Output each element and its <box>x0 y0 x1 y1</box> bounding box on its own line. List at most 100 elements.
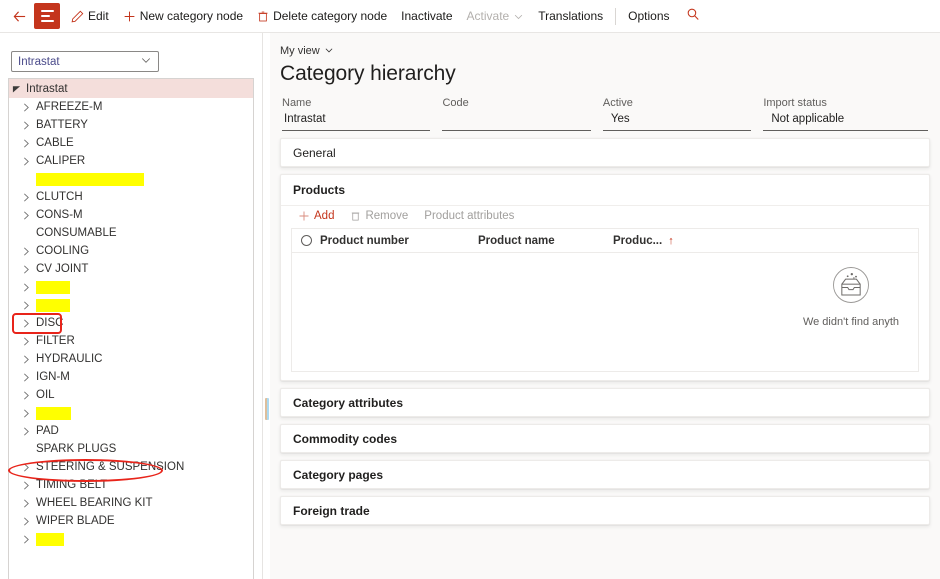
tree-item-ign-m[interactable]: IGN-M <box>9 368 253 386</box>
chevron-right-icon[interactable] <box>19 463 34 472</box>
field-import-status[interactable]: Import status Not applicable <box>763 97 929 131</box>
tree-item-filter[interactable]: FILTER <box>9 332 253 350</box>
tree-item-pad[interactable]: PAD <box>9 422 253 440</box>
tree-item-timing-belt[interactable]: TIMING BELT <box>9 476 253 494</box>
empty-state: We didn't find anyth <box>756 265 940 328</box>
chevron-right-icon[interactable] <box>19 427 34 436</box>
add-label: Add <box>314 210 335 222</box>
tree-item-consumable[interactable]: CONSUMABLE <box>9 224 253 242</box>
tree-item-label: PAD <box>36 425 59 437</box>
chevron-right-icon[interactable] <box>19 319 34 328</box>
chevron-expanded-icon[interactable] <box>9 84 24 93</box>
tree-item-label: CONS-M <box>36 209 83 221</box>
tree-item-wiper-blade[interactable]: WIPER BLADE <box>9 512 253 530</box>
translations-button[interactable]: Translations <box>531 4 610 28</box>
column-header-product-name[interactable]: Product name <box>478 235 613 247</box>
tree-item-label: WIPER BLADE <box>36 515 115 527</box>
tree-item-label: FILTER <box>36 335 75 347</box>
edit-button[interactable]: Edit <box>64 4 116 28</box>
pane-splitter[interactable] <box>262 33 270 579</box>
category-tree[interactable]: Intrastat AFREEZE-M BATTERY CABLE CALIPER CLU… <box>8 78 254 579</box>
view-switcher[interactable]: My view <box>280 45 334 58</box>
tree-item-clutch[interactable]: CLUTCH <box>9 188 253 206</box>
redaction-block <box>36 298 70 312</box>
chevron-right-icon[interactable] <box>19 355 34 364</box>
plus-icon <box>298 210 310 222</box>
field-active-value[interactable]: Yes <box>602 113 752 131</box>
chevron-right-icon[interactable] <box>19 103 34 112</box>
chevron-right-icon[interactable] <box>19 391 34 400</box>
tree-item-redacted[interactable] <box>9 530 253 548</box>
tree-item-label: HYDRAULIC <box>36 353 103 365</box>
tree-item-disc[interactable]: DISC <box>9 314 253 332</box>
tree-item-label: CV JOINT <box>36 263 89 275</box>
add-button[interactable]: Add <box>291 208 341 224</box>
tree-item-redacted[interactable] <box>9 296 253 314</box>
chevron-right-icon[interactable] <box>19 409 34 418</box>
tree-item-cable[interactable]: CABLE <box>9 134 253 152</box>
chevron-right-icon[interactable] <box>19 373 34 382</box>
chevron-right-icon[interactable] <box>19 193 34 202</box>
chevron-right-icon[interactable] <box>19 139 34 148</box>
application-window: Edit New category node Delete category n… <box>0 0 940 579</box>
tree-item-redacted[interactable] <box>9 404 253 422</box>
chevron-right-icon[interactable] <box>19 337 34 346</box>
chevron-right-icon[interactable] <box>19 283 34 292</box>
section-general[interactable]: General <box>280 138 930 167</box>
tree-item-label: OIL <box>36 389 55 401</box>
chevron-right-icon[interactable] <box>19 535 34 544</box>
tree-item-oil[interactable]: OIL <box>9 386 253 404</box>
field-name[interactable]: Name Intrastat <box>282 97 431 131</box>
section-commodity-codes[interactable]: Commodity codes <box>280 424 930 453</box>
chevron-right-icon[interactable] <box>19 517 34 526</box>
new-category-node-button[interactable]: New category node <box>116 4 250 28</box>
tree-item-wheel-bearing-kit[interactable]: WHEEL BEARING KIT <box>9 494 253 512</box>
delete-category-node-button[interactable]: Delete category node <box>250 4 394 28</box>
tree-item-cons-m[interactable]: CONS-M <box>9 206 253 224</box>
remove-label: Remove <box>365 210 409 222</box>
hierarchy-select[interactable]: Intrastat <box>11 51 159 72</box>
tree-item-redacted[interactable] <box>9 170 253 188</box>
remove-button: Remove <box>343 208 415 224</box>
chevron-right-icon[interactable] <box>19 121 34 130</box>
tree-item-battery[interactable]: BATTERY <box>9 116 253 134</box>
tree-item-intrastat[interactable]: Intrastat <box>9 79 253 98</box>
tree-item-label-redacted <box>34 532 64 546</box>
section-category-pages[interactable]: Category pages <box>280 460 930 489</box>
splitter-grip[interactable] <box>265 398 269 420</box>
chevron-right-icon[interactable] <box>19 499 34 508</box>
field-import-status-value[interactable]: Not applicable <box>763 113 929 131</box>
field-name-value[interactable]: Intrastat <box>282 113 431 131</box>
tree-item-afreeze-m[interactable]: AFREEZE-M <box>9 98 253 116</box>
chevron-right-icon[interactable] <box>19 301 34 310</box>
column-header-product-3[interactable]: Produc... ↑ <box>613 235 674 247</box>
tree-item-redacted[interactable] <box>9 278 253 296</box>
products-section: Products Add Remove Product attributes P… <box>280 174 930 381</box>
chevron-right-icon[interactable] <box>19 157 34 166</box>
tree-item-spark-plugs[interactable]: SPARK PLUGS <box>9 440 253 458</box>
navigation-menu-button[interactable] <box>34 3 60 29</box>
section-category-attributes[interactable]: Category attributes <box>280 388 930 417</box>
select-all-radio[interactable] <box>292 235 320 246</box>
chevron-right-icon[interactable] <box>19 481 34 490</box>
field-code[interactable]: Code <box>442 97 591 131</box>
back-button[interactable] <box>6 3 32 29</box>
tree-item-cooling[interactable]: COOLING <box>9 242 253 260</box>
tree-item-caliper[interactable]: CALIPER <box>9 152 253 170</box>
search-button[interactable] <box>677 7 709 26</box>
field-active[interactable]: Active Yes <box>602 97 752 131</box>
section-foreign-trade[interactable]: Foreign trade <box>280 496 930 525</box>
chevron-right-icon[interactable] <box>19 247 34 256</box>
inactivate-button[interactable]: Inactivate <box>394 4 459 28</box>
column-header-product-number[interactable]: Product number <box>320 235 478 247</box>
chevron-right-icon[interactable] <box>19 265 34 274</box>
tree-item-hydraulic[interactable]: HYDRAULIC <box>9 350 253 368</box>
products-grid[interactable]: Product number Product name Produc... ↑ <box>291 228 919 372</box>
pencil-icon <box>71 10 84 23</box>
field-code-value[interactable] <box>442 113 591 131</box>
chevron-right-icon[interactable] <box>19 211 34 220</box>
options-button[interactable]: Options <box>621 4 676 28</box>
tree-item-cv-joint[interactable]: CV JOINT <box>9 260 253 278</box>
tree-item-steering-suspension[interactable]: STEERING & SUSPENSION <box>9 458 253 476</box>
delete-category-node-label: Delete category node <box>273 9 388 23</box>
